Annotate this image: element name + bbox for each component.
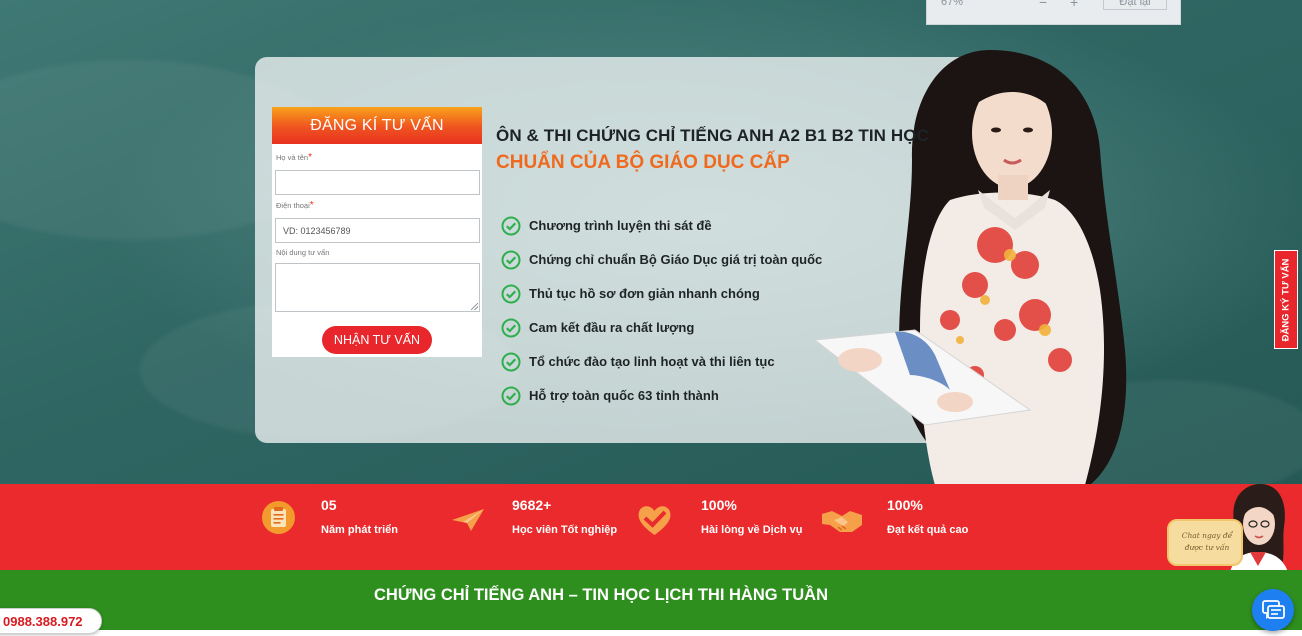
message-label: Nội dung tư vấn xyxy=(276,248,330,257)
side-register-tab[interactable]: ĐĂNG KÝ TƯ VẤN xyxy=(1274,250,1298,349)
stat-value: 05 xyxy=(321,497,337,513)
stat-label: Năm phát triển xyxy=(321,524,399,536)
name-label-text: Họ và tên xyxy=(276,153,309,162)
feature-text: Thủ tục hồ sơ đơn giản nhanh chóng xyxy=(529,286,760,301)
side-register-tab-label: ĐĂNG KÝ TƯ VẤN xyxy=(1280,258,1292,341)
paper-plane-icon xyxy=(452,509,484,531)
chat-message-icon xyxy=(1262,600,1285,620)
check-circle-icon xyxy=(501,386,521,406)
form-title: ĐĂNG KÍ TƯ VẤN xyxy=(272,107,482,144)
stats-bar: 05 Năm phát triển 9682+ Học viên Tốt ngh… xyxy=(0,484,1302,570)
hotline-button[interactable]: 0988.388.972 xyxy=(0,608,102,634)
stat-value: 100% xyxy=(887,497,923,513)
check-circle-icon xyxy=(501,318,521,338)
stat-value: 100% xyxy=(701,497,737,513)
zoom-out-button[interactable]: − xyxy=(1039,0,1047,10)
zoom-in-button[interactable]: + xyxy=(1070,0,1078,10)
resize-grip-icon[interactable] xyxy=(471,303,478,310)
stat-label: Hài lòng về Dịch vụ xyxy=(701,524,803,536)
phone-label: Điện thoại* xyxy=(276,200,314,211)
student-figure-image xyxy=(813,50,1127,484)
check-circle-icon xyxy=(501,284,521,304)
feature-text: Cam kết đầu ra chất lượng xyxy=(529,320,695,335)
check-circle-icon xyxy=(501,250,521,270)
submit-button[interactable]: NHẬN TƯ VẤN xyxy=(322,326,432,354)
chat-bubble[interactable]: Chat ngay để được tư vấn xyxy=(1167,519,1243,566)
zoom-toolbar: 67% − + Đặt lại xyxy=(926,0,1181,25)
name-input[interactable] xyxy=(275,170,480,195)
phone-input[interactable] xyxy=(275,218,480,243)
chat-fab-button[interactable] xyxy=(1252,589,1294,631)
schedule-banner: CHỨNG CHỈ TIẾNG ANH – TIN HỌC LỊCH THI H… xyxy=(0,570,1302,630)
name-label: Họ và tên* xyxy=(276,152,312,163)
zoom-reset-button[interactable]: Đặt lại xyxy=(1103,0,1167,10)
headline-primary: ÔN & THI CHỨNG CHỈ TIẾNG ANH A2 B1 B2 TI… xyxy=(496,126,929,145)
required-mark: * xyxy=(308,152,313,163)
schedule-banner-title: CHỨNG CHỈ TIẾNG ANH – TIN HỌC LỊCH THI H… xyxy=(374,586,828,604)
check-circle-icon xyxy=(501,352,521,372)
handshake-icon xyxy=(822,511,862,532)
stat-label: Học viên Tốt nghiệp xyxy=(512,524,618,536)
zoom-level: 67% xyxy=(941,0,964,8)
stat-label: Đạt kết quả cao xyxy=(887,524,969,536)
feature-text: Chứng chỉ chuẩn Bộ Giáo Dục giá trị toàn… xyxy=(529,252,823,267)
hotline-number: 0988.388.972 xyxy=(3,614,83,629)
check-circle-icon xyxy=(501,216,521,236)
chat-bubble-text: Chat ngay để được tư vấn xyxy=(1181,531,1233,552)
heart-check-icon xyxy=(638,506,671,535)
hero-section: ĐĂNG KÍ TƯ VẤN Họ và tên* Điện thoại* Nộ… xyxy=(0,0,1302,484)
phone-label-text: Điện thoại xyxy=(276,201,310,210)
feature-text: Hỗ trợ toàn quốc 63 tỉnh thành xyxy=(529,388,719,403)
message-textarea[interactable] xyxy=(275,263,480,312)
consultation-form: ĐĂNG KÍ TƯ VẤN Họ và tên* Điện thoại* Nộ… xyxy=(272,107,482,357)
feature-text: Tổ chức đào tạo linh hoạt và thi liên tụ… xyxy=(529,354,775,369)
calendar-note-icon xyxy=(262,501,295,534)
feature-text: Chương trình luyện thi sát đề xyxy=(529,218,712,233)
stat-value: 9682+ xyxy=(512,497,552,513)
headline-secondary: CHUẨN CỦA BỘ GIÁO DỤC CẤP xyxy=(496,152,790,173)
required-mark: * xyxy=(309,200,314,211)
